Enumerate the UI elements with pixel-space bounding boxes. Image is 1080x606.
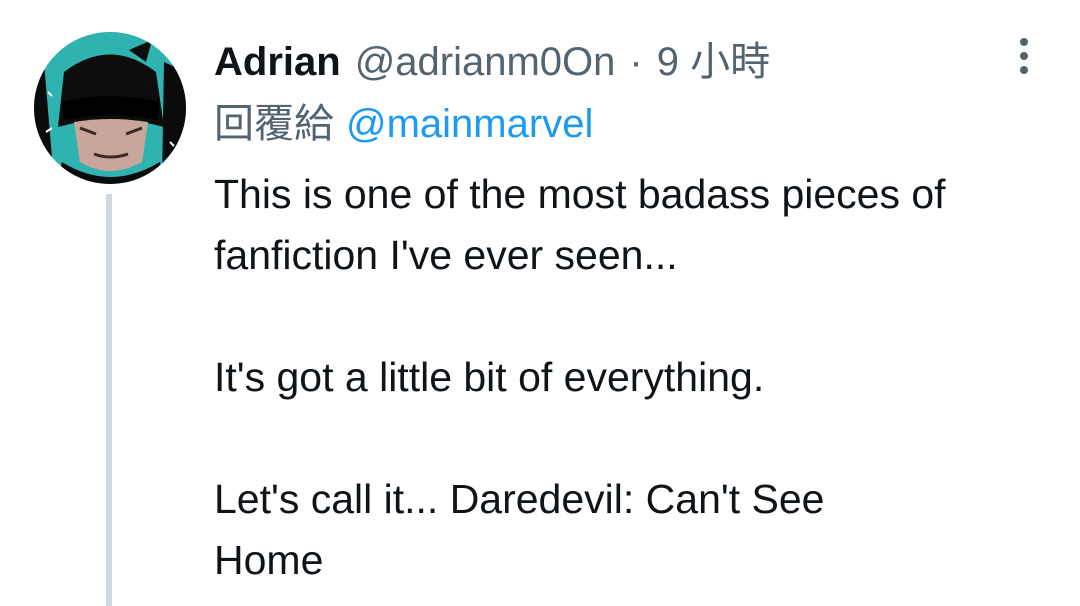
tweet-text: This is one of the most badass pieces of…	[214, 164, 1064, 591]
tweet-timestamp[interactable]: 9 小時	[657, 36, 770, 88]
thread-line	[106, 194, 112, 606]
author-name[interactable]: Adrian	[214, 36, 341, 88]
reply-prefix: 回覆給	[214, 102, 334, 146]
tweet-header: Adrian @adrianm0On · 9 小時	[214, 36, 770, 88]
reply-context: 回覆給 @mainmarvel	[214, 98, 593, 150]
tweet[interactable]: Adrian @adrianm0On · 9 小時 回覆給 @mainmarvel…	[0, 0, 1080, 606]
tweet-text-line: This is one of the most badass pieces of	[214, 171, 946, 217]
avatar-image	[34, 32, 186, 184]
separator-dot: ·	[629, 40, 643, 84]
author-handle[interactable]: @adrianm0On	[355, 36, 616, 88]
more-vertical-icon[interactable]	[1008, 36, 1040, 76]
tweet-text-line: Home	[214, 537, 324, 583]
reply-mention-link[interactable]: @mainmarvel	[346, 102, 593, 146]
tweet-text-line: fanfiction I've ever seen...	[214, 232, 678, 278]
tweet-text-line: Let's call it... Daredevil: Can't See	[214, 476, 825, 522]
tweet-text-line: It's got a little bit of everything.	[214, 354, 765, 400]
avatar[interactable]	[34, 32, 186, 184]
